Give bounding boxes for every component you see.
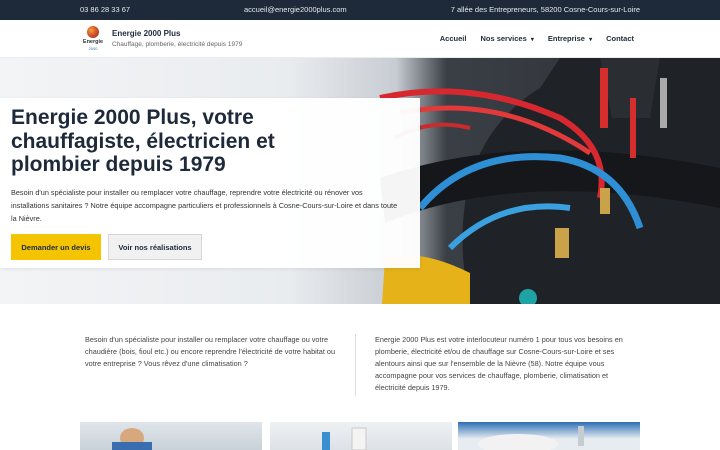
nav-item-contact[interactable]: Contact [606,34,634,43]
email-link[interactable]: accueil@energie2000plus.com [244,5,347,14]
phone-link[interactable]: 03 86 28 33 67 [80,5,130,14]
service-image-heating[interactable] [80,422,262,450]
main-nav: Accueil Nos services ▾ Entreprise ▾ Cont… [426,34,634,43]
intro-section: Besoin d'un spécialiste pour installer o… [0,304,720,422]
chevron-down-icon: ▾ [530,37,534,43]
brand-name[interactable]: Energie 2000 Plus [112,29,180,38]
request-quote-button[interactable]: Demander un devis [11,234,101,260]
hero-card: Energie 2000 Plus, votre chauffagiste, é… [0,98,420,268]
nav-label: Entreprise [547,34,585,43]
nav-item-entreprise[interactable]: Entreprise ▾ [548,34,592,43]
intro-divider [355,334,356,396]
address-text: 7 allée des Entrepreneurs, 58200 Cosne-C… [450,5,640,14]
intro-right-text: Energie 2000 Plus est votre interlocuteu… [375,335,623,392]
worker-image [112,428,152,450]
radiator-image [322,427,367,450]
hero-section: Energie 2000 Plus, votre chauffagiste, é… [0,58,720,304]
logo-text: Energie [82,39,104,45]
site-logo[interactable]: Energie 2000 [80,26,106,54]
service-image-sanitary[interactable] [458,422,640,450]
hero-title: Energie 2000 Plus, votre chauffagiste, é… [11,106,275,176]
service-image-plumbing[interactable] [270,422,452,450]
logo-globe-icon [87,26,99,38]
nav-label: Nos services [480,34,527,43]
hero-description: Besoin d'un spécialiste pour installer o… [11,188,398,223]
nav-item-accueil[interactable]: Accueil [440,34,467,43]
nav-label: Contact [606,34,634,43]
intro-left-text: Besoin d'un spécialiste pour installer o… [85,335,336,368]
top-contact-bar: 03 86 28 33 67 accueil@energie2000plus.c… [0,0,720,20]
chevron-down-icon: ▾ [589,37,593,43]
sink-image [478,426,584,450]
brand-tagline: Chauffage, plomberie, électricité depuis… [112,41,243,48]
view-projects-button[interactable]: Voir nos réalisations [108,234,202,260]
nav-label: Accueil [439,34,467,43]
logo-subtext: 2000 [88,46,98,51]
site-header: Energie 2000 Energie 2000 Plus Chauffage… [0,20,720,58]
nav-item-nos-services[interactable]: Nos services ▾ [480,34,533,43]
